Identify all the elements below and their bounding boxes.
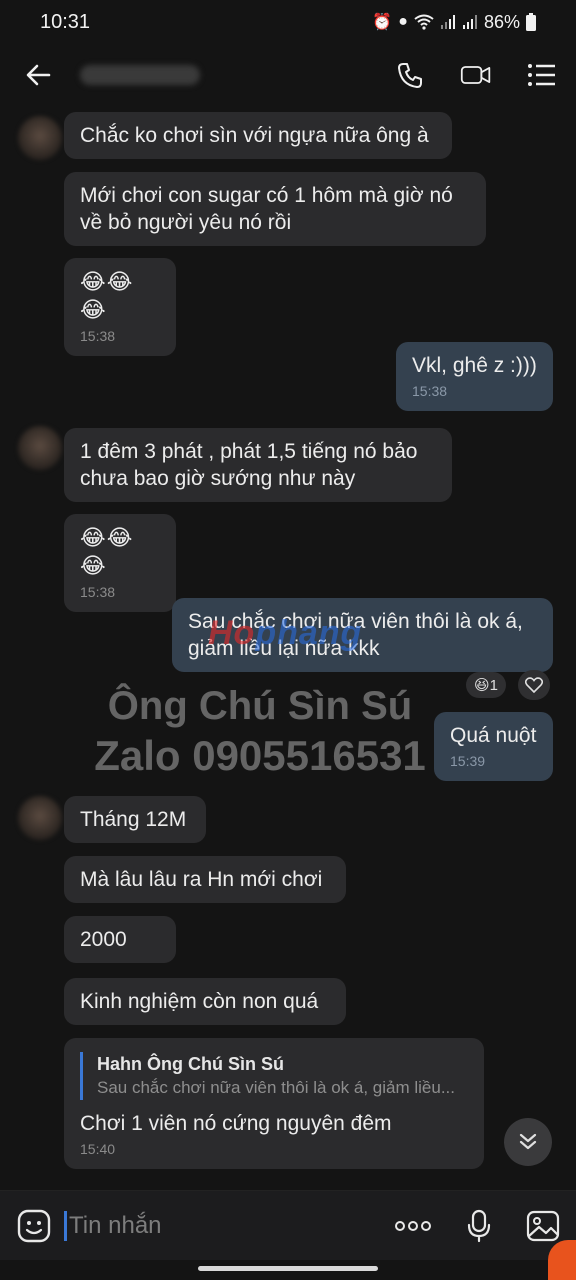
avatar[interactable]: [18, 116, 62, 160]
message-text: Mới chơi con sugar có 1 hôm mà giờ nó về…: [80, 184, 453, 234]
message-text: 😂😂😂: [80, 269, 134, 322]
battery-percent: 86%: [483, 11, 520, 32]
message-input[interactable]: Tin nhắn: [64, 1210, 364, 1241]
back-arrow-icon[interactable]: [18, 60, 58, 90]
signal-icon: [440, 15, 455, 29]
signal-icon: [462, 15, 477, 29]
message-time: 15:39: [450, 753, 486, 769]
message-text: 1 đêm 3 phát , phát 1,5 tiếng nó bảo chư…: [80, 440, 418, 490]
sticker-smile-icon[interactable]: [16, 1208, 52, 1244]
avatar[interactable]: [18, 426, 62, 470]
message-bubble-sent[interactable]: Quá nuột 15:39: [434, 712, 553, 781]
message-list[interactable]: Chắc ko chơi sìn với ngựa nữa ông à Mới …: [0, 106, 576, 1190]
status-bar: 10:31 ⏰ ● 86%: [0, 0, 576, 44]
chat-header: [0, 44, 576, 106]
quoted-sender: Hahn Ông Chú Sìn Sú: [97, 1054, 284, 1074]
menu-list-icon[interactable]: [526, 59, 558, 91]
message-bubble[interactable]: Tháng 12M: [64, 796, 206, 843]
composer-bar: Tin nhắn: [0, 1190, 576, 1260]
message-bubble[interactable]: 😂😂😂 15:38: [64, 514, 176, 612]
message-time: 15:38: [412, 383, 448, 399]
message-time: 15:40: [80, 1141, 116, 1157]
phone-icon[interactable]: [394, 59, 426, 91]
message-bubble[interactable]: 1 đêm 3 phát , phát 1,5 tiếng nó bảo chư…: [64, 428, 452, 502]
message-text: Quá nuột: [450, 724, 537, 747]
chevron-double-down-icon: [519, 1133, 537, 1150]
wifi-icon: [414, 14, 434, 30]
message-time: 15:38: [80, 584, 116, 600]
message-bubble[interactable]: Chắc ko chơi sìn với ngựa nữa ông à: [64, 112, 452, 159]
status-time: 10:31: [40, 10, 91, 33]
watermark-line1: Ông Chú Sìn Sú: [107, 684, 413, 728]
alarm-icon: ⏰: [372, 14, 393, 31]
floating-badge[interactable]: [548, 1240, 576, 1280]
avatar[interactable]: [18, 796, 62, 840]
message-bubble[interactable]: 2000: [64, 916, 176, 963]
reaction-count: 1: [489, 676, 498, 694]
message-time: 15:38: [80, 328, 116, 344]
message-text: Mà lâu lâu ra Hn mới chơi: [80, 868, 323, 891]
message-bubble[interactable]: Kinh nghiệm còn non quá: [64, 978, 346, 1025]
video-call-icon[interactable]: [460, 59, 492, 91]
watermark-line2: Zalo 0905516531: [94, 732, 426, 779]
reaction-badge[interactable]: 😆 1: [466, 672, 506, 698]
message-bubble-reply[interactable]: Hahn Ông Chú Sìn Sú Sau chắc chơi nữa vi…: [64, 1038, 484, 1169]
contact-name-blurred[interactable]: [80, 65, 200, 85]
laugh-emoji-icon: 😆: [474, 677, 490, 694]
microphone-icon[interactable]: [466, 1209, 492, 1243]
message-bubble-sent[interactable]: Vkl, ghê z :))) 15:38: [396, 342, 553, 411]
battery-icon: [526, 13, 536, 31]
image-gallery-icon[interactable]: [526, 1210, 560, 1242]
message-bubble[interactable]: 😂😂😂 15:38: [64, 258, 176, 356]
message-bubble[interactable]: Mà lâu lâu ra Hn mới chơi: [64, 856, 346, 903]
quoted-message[interactable]: Hahn Ông Chú Sìn Sú Sau chắc chơi nữa vi…: [80, 1052, 468, 1100]
watermark-logo: Hophang: [208, 614, 363, 652]
heart-react-button[interactable]: [518, 670, 550, 700]
message-text: 2000: [80, 928, 127, 951]
location-icon: ●: [398, 13, 408, 30]
message-text: Vkl, ghê z :))): [412, 354, 537, 377]
message-text: Tháng 12M: [80, 808, 187, 831]
scroll-down-button[interactable]: [504, 1118, 552, 1166]
more-options-icon[interactable]: [394, 1220, 432, 1232]
message-text: Chơi 1 viên nó cứng nguyên đêm: [80, 1112, 392, 1135]
status-icons: ⏰ ● 86%: [372, 12, 536, 33]
message-bubble[interactable]: Mới chơi con sugar có 1 hôm mà giờ nó về…: [64, 172, 486, 246]
message-text: Chắc ko chơi sìn với ngựa nữa ông à: [80, 124, 429, 147]
message-text: Kinh nghiệm còn non quá: [80, 990, 319, 1013]
heart-icon: [525, 677, 543, 693]
quoted-text: Sau chắc chơi nữa viên thôi là ok á, giả…: [97, 1078, 455, 1097]
message-text: 😂😂😂: [80, 525, 134, 578]
home-indicator[interactable]: [198, 1266, 378, 1271]
